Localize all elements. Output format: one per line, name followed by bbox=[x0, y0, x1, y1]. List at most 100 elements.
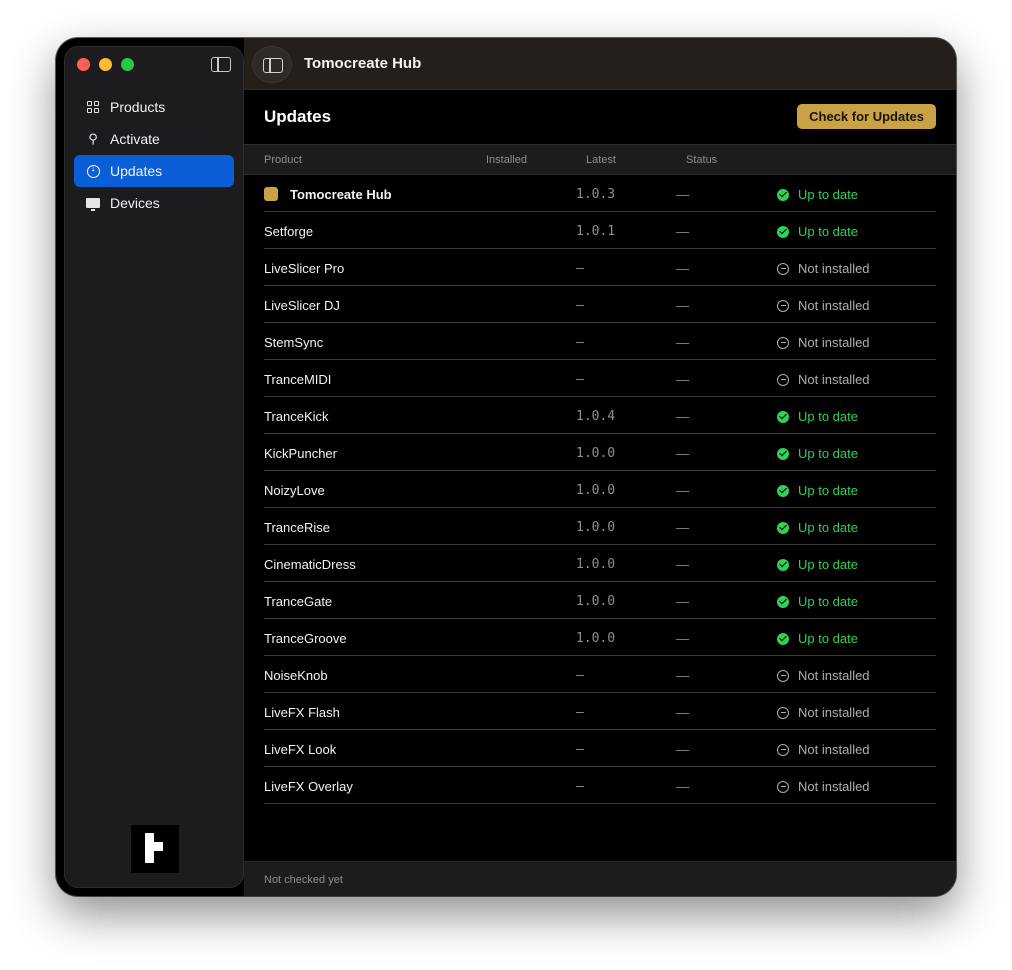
updates-table: Tomocreate Hub 1.0.3 — Up to date Setforge 1.… bbox=[264, 175, 936, 804]
minimize-window-button[interactable] bbox=[99, 58, 112, 71]
table-row[interactable]: KickPuncher 1.0.0 — Up to date bbox=[264, 434, 936, 471]
product-name: KickPuncher bbox=[264, 446, 337, 461]
table-row[interactable]: TranceKick 1.0.4 — Up to date bbox=[264, 397, 936, 434]
status-label: Up to date bbox=[798, 557, 858, 572]
table-row[interactable]: LiveFX Flash — — Not installed bbox=[264, 693, 936, 730]
product-name: Tomocreate Hub bbox=[290, 187, 392, 202]
sidebar-toggle-icon[interactable] bbox=[211, 57, 231, 72]
sidebar-item-label: Devices bbox=[110, 195, 160, 211]
column-header-latest[interactable]: Latest bbox=[586, 154, 616, 166]
sidebar-icon bbox=[263, 58, 283, 73]
table-row[interactable]: Tomocreate Hub 1.0.3 — Up to date bbox=[264, 175, 936, 212]
status-label: Not installed bbox=[798, 261, 870, 276]
product-name: NoizyLove bbox=[264, 483, 325, 498]
column-header-product[interactable]: Product bbox=[264, 154, 302, 166]
latest-version: — bbox=[676, 742, 689, 757]
latest-version: — bbox=[676, 631, 689, 646]
status-cell: Not installed bbox=[777, 335, 870, 350]
table-row[interactable]: StemSync — — Not installed bbox=[264, 323, 936, 360]
status-cell: Not installed bbox=[777, 261, 870, 276]
table-row[interactable]: LiveFX Overlay — — Not installed bbox=[264, 767, 936, 804]
download-icon bbox=[86, 163, 100, 178]
status-cell: Up to date bbox=[777, 557, 858, 572]
product-name: TranceGate bbox=[264, 594, 333, 609]
checkmark-circle-icon bbox=[777, 521, 789, 534]
status-label: Not installed bbox=[798, 298, 870, 313]
sidebar-item-devices[interactable]: Devices bbox=[74, 187, 234, 219]
table-row[interactable]: TranceGroove 1.0.0 — Up to date bbox=[264, 619, 936, 656]
latest-version: — bbox=[676, 520, 689, 535]
installed-version: — bbox=[576, 668, 584, 683]
status-label: Up to date bbox=[798, 409, 858, 424]
sidebar-toggle-button[interactable] bbox=[252, 46, 292, 83]
zoom-window-button[interactable] bbox=[121, 58, 134, 71]
product-name-cell: LiveFX Look bbox=[264, 742, 336, 757]
close-window-button[interactable] bbox=[77, 58, 90, 71]
status-cell: Not installed bbox=[777, 742, 870, 757]
installed-version: — bbox=[576, 298, 584, 313]
product-name-cell: Setforge bbox=[264, 224, 313, 239]
product-name: CinematicDress bbox=[264, 557, 356, 572]
sidebar-item-products[interactable]: Products bbox=[74, 91, 234, 123]
installed-version: — bbox=[576, 779, 584, 794]
table-row[interactable]: LiveFX Look — — Not installed bbox=[264, 730, 936, 767]
status-label: Up to date bbox=[798, 483, 858, 498]
latest-version: — bbox=[676, 261, 689, 276]
table-row[interactable]: TranceRise 1.0.0 — Up to date bbox=[264, 508, 936, 545]
latest-version: — bbox=[676, 409, 689, 424]
app-icon bbox=[264, 187, 278, 201]
check-for-updates-button[interactable]: Check for Updates bbox=[797, 104, 936, 129]
column-header-installed[interactable]: Installed bbox=[486, 154, 527, 166]
latest-version: — bbox=[676, 335, 689, 350]
status-bar: Not checked yet bbox=[244, 861, 956, 896]
table-row[interactable]: CinematicDress 1.0.0 — Up to date bbox=[264, 545, 936, 582]
table-row[interactable]: LiveSlicer DJ — — Not installed bbox=[264, 286, 936, 323]
installed-version: 1.0.0 bbox=[576, 557, 616, 572]
table-row[interactable]: NoiseKnob — — Not installed bbox=[264, 656, 936, 693]
installed-version: — bbox=[576, 372, 584, 387]
status-cell: Not installed bbox=[777, 372, 870, 387]
product-name: LiveSlicer Pro bbox=[264, 261, 345, 276]
checkmark-circle-icon bbox=[777, 410, 789, 423]
column-header-status[interactable]: Status bbox=[686, 154, 717, 166]
product-name-cell: KickPuncher bbox=[264, 446, 337, 461]
status-label: Not installed bbox=[798, 705, 870, 720]
sidebar-item-updates[interactable]: Updates bbox=[74, 155, 234, 187]
table-row[interactable]: LiveSlicer Pro — — Not installed bbox=[264, 249, 936, 286]
checkmark-circle-icon bbox=[777, 484, 789, 497]
product-name: LiveFX Overlay bbox=[264, 779, 353, 794]
table-header: Product Installed Latest Status bbox=[244, 144, 956, 175]
installed-version: — bbox=[576, 335, 584, 350]
product-name: LiveSlicer DJ bbox=[264, 298, 340, 313]
status-cell: Not installed bbox=[777, 779, 870, 794]
status-label: Not installed bbox=[798, 335, 870, 350]
table-row[interactable]: NoizyLove 1.0.0 — Up to date bbox=[264, 471, 936, 508]
product-name-cell: LiveSlicer Pro bbox=[264, 261, 344, 276]
product-name: TranceMIDI bbox=[264, 372, 332, 387]
sidebar-item-activate[interactable]: ⚲ Activate bbox=[74, 123, 234, 155]
status-label: Not installed bbox=[798, 779, 870, 794]
installed-version: 1.0.4 bbox=[576, 409, 616, 424]
latest-version: — bbox=[676, 224, 689, 239]
status-label: Up to date bbox=[798, 446, 858, 461]
minus-circle-icon bbox=[777, 743, 789, 756]
status-label: Not installed bbox=[798, 372, 870, 387]
installed-version: 1.0.1 bbox=[576, 224, 616, 239]
installed-version: — bbox=[576, 261, 584, 276]
table-row[interactable]: Setforge 1.0.1 — Up to date bbox=[264, 212, 936, 249]
table-row[interactable]: TranceGate 1.0.0 — Up to date bbox=[264, 582, 936, 619]
status-cell: Up to date bbox=[777, 409, 858, 424]
minus-circle-icon bbox=[777, 669, 789, 682]
page-title: Updates bbox=[264, 107, 332, 126]
installed-version: — bbox=[576, 742, 584, 757]
minus-circle-icon bbox=[777, 262, 789, 275]
installed-version: 1.0.0 bbox=[576, 631, 616, 646]
table-row[interactable]: TranceMIDI — — Not installed bbox=[264, 360, 936, 397]
status-cell: Up to date bbox=[777, 483, 858, 498]
product-name: LiveFX Flash bbox=[264, 705, 340, 720]
product-name-cell: TranceGroove bbox=[264, 631, 347, 646]
sidebar: Products ⚲ Activate Updates Devices bbox=[64, 46, 244, 888]
product-name-cell: TranceGate bbox=[264, 594, 332, 609]
status-label: Not installed bbox=[798, 742, 870, 757]
installed-version: 1.0.0 bbox=[576, 446, 616, 461]
